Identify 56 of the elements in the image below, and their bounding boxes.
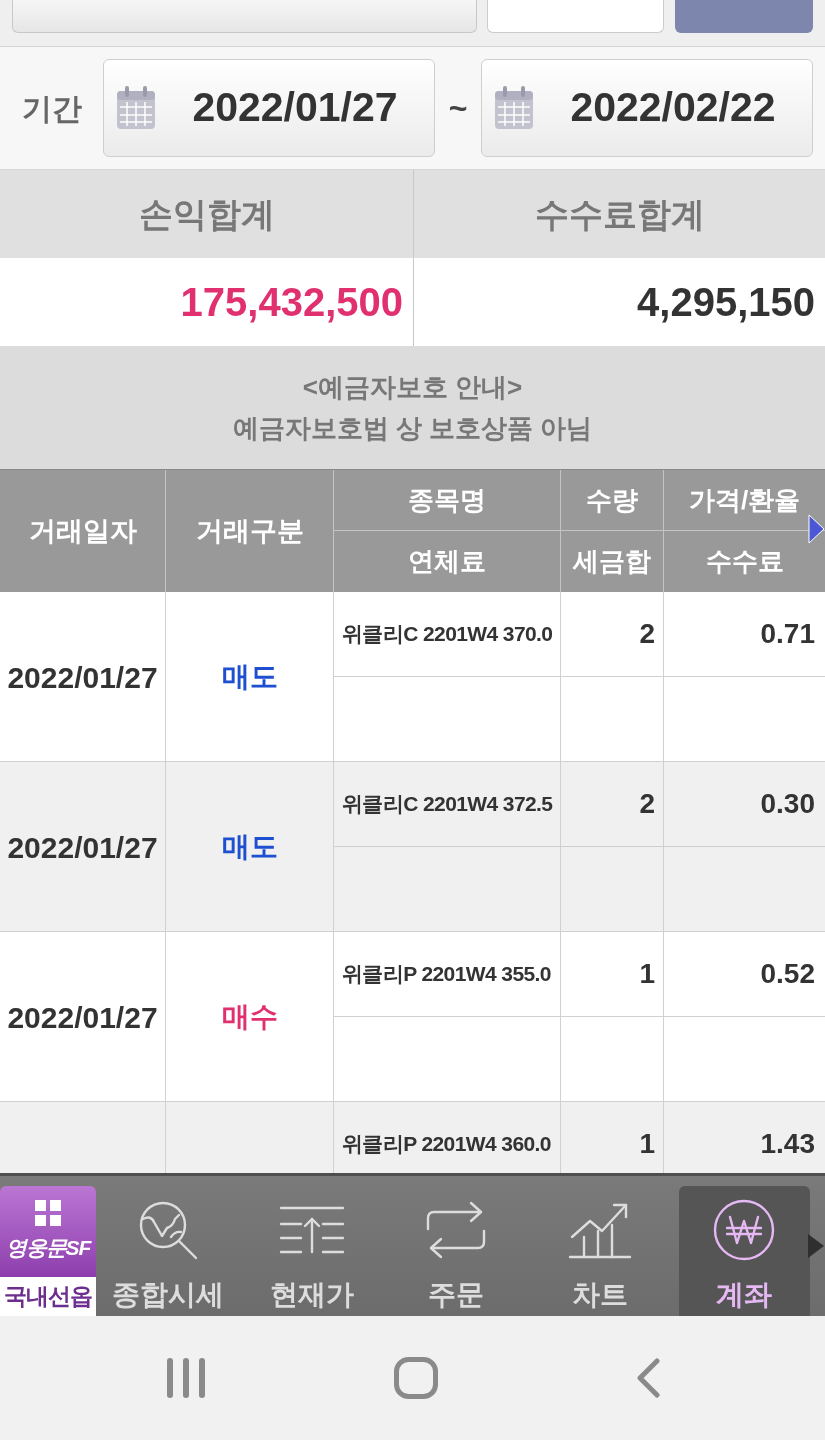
summary-label: 손익합계: [138, 193, 275, 235]
price-value: 0.30: [760, 787, 815, 821]
quantity-value: 1: [639, 1127, 655, 1161]
trade-type: 매수: [221, 1000, 278, 1034]
nav-tab[interactable]: 현재가: [246, 1186, 378, 1316]
won-coin-icon[interactable]: [713, 1199, 775, 1261]
price-value: 0.52: [760, 957, 815, 991]
notice-text: 예금자보호법 상 보호상품 아님: [232, 411, 593, 445]
range-separator: ~: [447, 89, 469, 128]
app-logo[interactable]: 영웅문SF: [0, 1186, 96, 1277]
price-value: 1.43: [760, 1127, 815, 1161]
instrument-name: 위클리C 2201W4 372.5: [342, 791, 553, 818]
column-header: 거래일자: [28, 514, 137, 548]
instrument-name: 위클리P 2201W4 355.0: [342, 961, 551, 988]
more-right-icon[interactable]: [807, 1233, 825, 1259]
trade-type: 매도: [221, 830, 278, 864]
column-header: 세금합: [573, 545, 651, 578]
instrument-name: 위클리P 2201W4 360.0: [342, 1131, 551, 1158]
summary-label: 수수료합계: [534, 193, 705, 235]
rising-chart-icon[interactable]: [568, 1201, 632, 1259]
price-value: 0.71: [760, 617, 815, 651]
column-header: 종목명: [408, 483, 486, 517]
calendar-icon: [116, 86, 156, 130]
home-icon[interactable]: [394, 1357, 438, 1399]
summary-value: 175,432,500: [180, 279, 403, 326]
quantity-value: 1: [639, 957, 655, 991]
nav-tab[interactable]: 계좌: [678, 1186, 810, 1316]
summary-value: 4,295,150: [637, 279, 815, 326]
period-label: 기간: [22, 90, 83, 127]
grid-icon: [35, 1199, 61, 1226]
market-label: 국내선옵: [4, 1282, 92, 1312]
nav-tab[interactable]: 차트: [534, 1186, 666, 1316]
scroll-right-icon[interactable]: [808, 514, 825, 544]
date-field[interactable]: 2022/01/27: [103, 59, 435, 157]
trade-type: 매도: [221, 660, 278, 694]
column-header: 수수료: [705, 545, 784, 578]
trade-date: 2022/01/27: [7, 829, 158, 866]
column-header: 가격/환율: [688, 483, 801, 517]
quantity-value: 2: [639, 617, 655, 651]
recent-apps-icon[interactable]: [167, 1358, 205, 1398]
trade-date: 2022/01/27: [7, 659, 158, 696]
globe-search-icon[interactable]: [137, 1199, 199, 1261]
input-field[interactable]: [487, 0, 664, 33]
notice-title: <예금자보호 안내>: [302, 370, 523, 404]
instrument-name: 위클리C 2201W4 370.0: [342, 621, 553, 648]
column-header: 연체료: [408, 545, 486, 578]
trade-date: 2022/01/27: [7, 999, 158, 1036]
back-icon[interactable]: [635, 1358, 661, 1398]
date-field[interactable]: 2022/02/22: [481, 59, 813, 157]
quantity-value: 2: [639, 787, 655, 821]
nav-tab[interactable]: 종합시세: [102, 1186, 234, 1316]
column-header: 거래구분: [195, 514, 304, 548]
nav-tab[interactable]: 주문: [390, 1186, 522, 1316]
calendar-icon: [494, 86, 534, 130]
column-header: 수량: [586, 483, 638, 517]
repeat-arrows-icon[interactable]: [425, 1201, 487, 1259]
